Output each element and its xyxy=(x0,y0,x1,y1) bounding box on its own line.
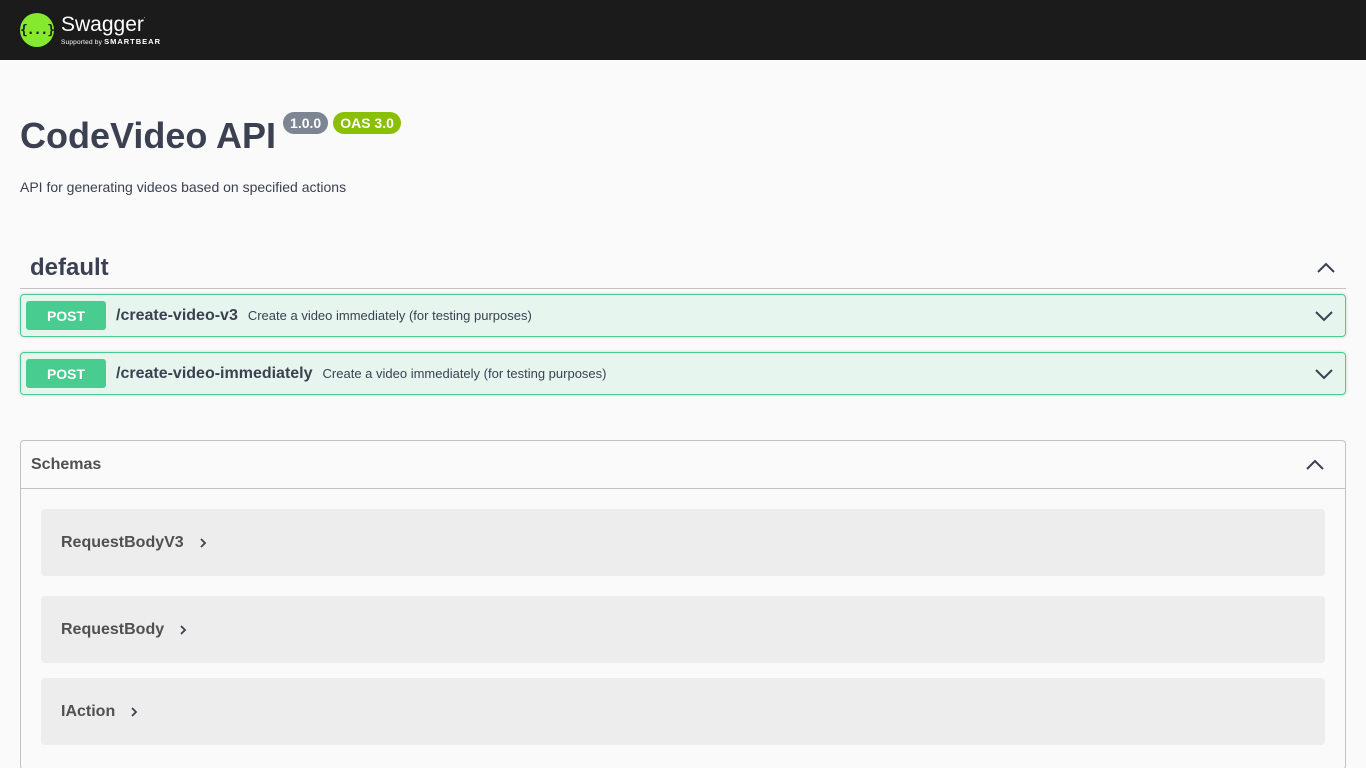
chevron-right-icon[interactable] xyxy=(129,706,139,717)
title-row: CodeVideo API 1.0.0 OAS 3.0 xyxy=(20,112,1346,157)
api-info: CodeVideo API 1.0.0 OAS 3.0 API for gene… xyxy=(0,60,1366,195)
oas-badge: OAS 3.0 xyxy=(333,112,401,134)
swagger-logo-icon: {...} xyxy=(20,13,55,47)
schema-name: RequestBody xyxy=(61,620,165,638)
logo-subtitle: Supported by SMARTBEAR xyxy=(61,36,162,46)
schemas-header[interactable]: Schemas xyxy=(21,441,1345,489)
schema-item-iaction[interactable]: IAction xyxy=(41,678,1325,745)
schemas-title: Schemas xyxy=(31,455,102,473)
chevron-right-icon[interactable] xyxy=(178,624,188,635)
swagger-logo[interactable]: {...} Swagger. Supported by SMARTBEAR xyxy=(20,13,161,47)
tag-section-default: default POST /create-video-v3 Create a v… xyxy=(20,247,1346,395)
chevron-down-icon[interactable] xyxy=(1314,306,1334,326)
operation-summary: Create a video immediately (for testing … xyxy=(247,308,532,323)
operation-post-create-video-immediately[interactable]: POST /create-video-immediately Create a … xyxy=(20,352,1346,395)
chevron-down-icon[interactable] xyxy=(1314,364,1334,384)
schema-list: RequestBodyV3 RequestBody IAction xyxy=(21,489,1345,745)
operation-path: /create-video-v3 xyxy=(116,306,238,324)
logo-name: Swagger. xyxy=(61,12,146,36)
chevron-up-icon[interactable] xyxy=(1305,455,1325,475)
schema-item-requestbodyv3[interactable]: RequestBodyV3 xyxy=(41,509,1325,576)
schemas-section: Schemas RequestBodyV3 RequestBody IActio… xyxy=(20,440,1346,768)
operation-path: /create-video-immediately xyxy=(116,364,313,382)
schema-item-requestbody[interactable]: RequestBody xyxy=(41,596,1325,663)
operation-post-create-video-v3[interactable]: POST /create-video-v3 Create a video imm… xyxy=(20,294,1346,337)
chevron-right-icon[interactable] xyxy=(198,537,208,548)
api-description: API for generating videos based on speci… xyxy=(20,179,347,195)
operation-summary: Create a video immediately (for testing … xyxy=(322,366,607,381)
topbar: {...} Swagger. Supported by SMARTBEAR xyxy=(0,0,1366,60)
method-badge: POST xyxy=(26,301,106,330)
version-badge: 1.0.0 xyxy=(283,112,329,134)
logo-text: Swagger. Supported by SMARTBEAR xyxy=(61,14,161,47)
tag-header[interactable]: default xyxy=(20,247,1346,289)
tag-name: default xyxy=(30,253,109,281)
schema-name: IAction xyxy=(61,702,116,720)
schema-name: RequestBodyV3 xyxy=(61,533,184,551)
chevron-up-icon[interactable] xyxy=(1316,258,1336,278)
page-title: CodeVideo API xyxy=(20,115,277,156)
method-badge: POST xyxy=(26,359,106,388)
